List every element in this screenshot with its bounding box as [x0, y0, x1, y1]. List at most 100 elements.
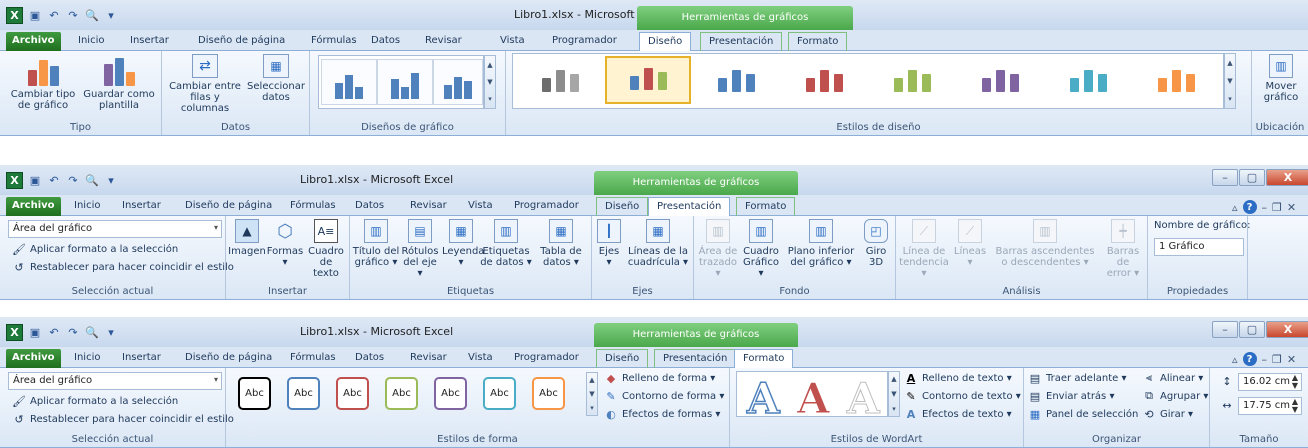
tab-presentacion[interactable]: Presentación	[654, 349, 737, 368]
help-icon[interactable]: ?	[1242, 352, 1257, 366]
customize-qat-icon[interactable]: ▾	[104, 326, 118, 340]
tab-diseno[interactable]: Diseño	[596, 197, 649, 216]
change-chart-type-button[interactable]: Cambiar tipo de gráfico	[8, 54, 78, 111]
tab-insertar[interactable]: Insertar	[122, 349, 161, 368]
print-preview-icon[interactable]: 🔍	[85, 9, 99, 23]
undo-icon[interactable]: ↶	[47, 9, 61, 23]
shape-style-thumb[interactable]: Abc	[434, 377, 467, 410]
layout-thumb[interactable]	[377, 59, 433, 105]
chart-style-thumb[interactable]	[869, 56, 955, 104]
rotation-3d-button[interactable]: ◰ Giro 3D	[860, 219, 892, 268]
tab-insertar[interactable]: Insertar	[122, 197, 161, 216]
error-bars-button[interactable]: ┿ Barras de error ▾	[1100, 219, 1146, 279]
tab-revisar[interactable]: Revisar	[410, 197, 447, 216]
tab-diseno-pagina[interactable]: Diseño de página	[198, 32, 285, 51]
wordart-style-red[interactable]: A	[797, 374, 831, 416]
chart-style-thumb[interactable]	[1045, 56, 1131, 104]
minimize-ribbon-icon[interactable]: ▵	[1232, 201, 1238, 214]
tab-archivo[interactable]: Archivo	[6, 349, 61, 368]
data-table-button[interactable]: ▦ Tabla de datos ▾	[534, 219, 588, 268]
axes-button[interactable]: ┃ Ejes ▾	[594, 219, 624, 268]
gridlines-button[interactable]: ▦ Líneas de la cuadrícula ▾	[626, 219, 690, 268]
shape-style-thumb[interactable]: Abc	[238, 377, 271, 410]
tab-diseno-pagina[interactable]: Diseño de página	[185, 197, 272, 216]
tab-inicio[interactable]: Inicio	[78, 32, 104, 51]
restore-doc-icon[interactable]: ❐	[1272, 353, 1282, 366]
tab-inicio[interactable]: Inicio	[74, 197, 100, 216]
reset-style-button[interactable]: ↺ Restablecer para hacer coincidir el est…	[12, 260, 234, 274]
restore-window-icon[interactable]: –	[1262, 201, 1268, 214]
select-data-button[interactable]: ▦ Seleccionar datos	[246, 54, 306, 103]
tab-programador[interactable]: Programador	[514, 349, 579, 368]
close-doc-icon[interactable]: ✕	[1287, 353, 1296, 366]
minimize-button[interactable]: –	[1212, 321, 1238, 338]
tab-revisar[interactable]: Revisar	[410, 349, 447, 368]
tab-presentacion[interactable]: Presentación	[700, 32, 783, 51]
text-fill-button[interactable]: A Relleno de texto ▾	[904, 371, 1012, 385]
tab-formulas[interactable]: Fórmulas	[311, 32, 357, 51]
selection-combo[interactable]: Área del gráfico ▾	[8, 220, 222, 238]
save-icon[interactable]: ▣	[28, 9, 42, 23]
help-icon[interactable]: ?	[1242, 200, 1257, 214]
chart-style-thumb[interactable]	[605, 56, 691, 104]
undo-icon[interactable]: ↶	[47, 326, 61, 340]
tab-datos[interactable]: Datos	[355, 349, 384, 368]
tab-programador[interactable]: Programador	[514, 197, 579, 216]
text-outline-button[interactable]: ✎ Contorno de texto ▾	[904, 389, 1020, 403]
redo-icon[interactable]: ↷	[66, 174, 80, 188]
shape-fill-button[interactable]: ◆ Relleno de forma ▾	[604, 371, 716, 385]
shape-style-thumb[interactable]: Abc	[532, 377, 565, 410]
shape-style-thumb[interactable]: Abc	[287, 377, 320, 410]
shape-style-thumb[interactable]: Abc	[385, 377, 418, 410]
insert-textbox-button[interactable]: A≡ Cuadro de texto	[306, 219, 346, 279]
maximize-button[interactable]: ▢	[1239, 321, 1265, 338]
restore-window-icon[interactable]: –	[1262, 353, 1268, 366]
chart-style-thumb[interactable]	[957, 56, 1043, 104]
lines-button[interactable]: ⟋ Líneas ▾	[952, 219, 988, 268]
undo-icon[interactable]: ↶	[47, 174, 61, 188]
shape-style-thumb[interactable]: Abc	[336, 377, 369, 410]
tab-vista[interactable]: Vista	[468, 197, 493, 216]
layout-thumb[interactable]	[433, 59, 483, 105]
rotate-button[interactable]: ⟲ Girar ▾	[1142, 407, 1193, 421]
insert-image-button[interactable]: ▲ Imagen	[228, 219, 266, 257]
tab-formato[interactable]: Formato	[734, 349, 794, 369]
print-preview-icon[interactable]: 🔍	[85, 326, 99, 340]
layout-thumb[interactable]	[321, 59, 377, 105]
reset-style-button[interactable]: ↺ Restablecer para hacer coincidir el est…	[12, 412, 234, 426]
chart-style-thumb[interactable]	[781, 56, 867, 104]
text-effects-button[interactable]: A Efectos de texto ▾	[904, 407, 1012, 421]
wordart-style-outline-blue[interactable]: A	[746, 374, 780, 416]
redo-icon[interactable]: ↷	[66, 9, 80, 23]
wordart-scroll[interactable]: ▲ ▼ ▾	[888, 371, 900, 417]
selection-combo[interactable]: Área del gráfico ▾	[8, 372, 222, 390]
redo-icon[interactable]: ↷	[66, 326, 80, 340]
tab-diseno[interactable]: Diseño	[596, 349, 649, 368]
chart-style-thumb[interactable]	[1133, 56, 1219, 104]
maximize-button[interactable]: ▢	[1239, 169, 1265, 186]
apply-format-button[interactable]: 🖌 Aplicar formato a la selección	[12, 242, 178, 256]
tab-vista[interactable]: Vista	[500, 32, 525, 51]
excel-icon[interactable]: X	[6, 7, 23, 24]
close-button[interactable]: X	[1266, 321, 1308, 338]
tab-formato[interactable]: Formato	[736, 197, 796, 216]
chart-name-input[interactable]: 1 Gráfico	[1154, 238, 1244, 256]
tab-formulas[interactable]: Fórmulas	[290, 197, 336, 216]
save-as-template-button[interactable]: Guardar como plantilla	[82, 54, 156, 111]
tab-archivo[interactable]: Archivo	[6, 197, 61, 216]
save-icon[interactable]: ▣	[28, 174, 42, 188]
tab-vista[interactable]: Vista	[468, 349, 493, 368]
plot-area-button[interactable]: ▥ Área de trazado ▾	[696, 219, 740, 279]
up-down-bars-button[interactable]: ▥ Barras ascendentes o descendentes ▾	[990, 219, 1100, 268]
trendline-button[interactable]: ⟋ Línea de tendencia ▾	[898, 219, 950, 279]
print-preview-icon[interactable]: 🔍	[85, 174, 99, 188]
excel-icon[interactable]: X	[6, 172, 23, 189]
shape-styles-scroll[interactable]: ▲ ▼ ▾	[586, 372, 598, 416]
tab-diseno[interactable]: Diseño	[639, 32, 692, 52]
spinner-arrows-icon[interactable]: ▲ ▼	[1292, 398, 1298, 414]
layouts-gallery-scroll[interactable]: ▲ ▼ ▾	[484, 55, 496, 109]
chart-wall-button[interactable]: ▥ Cuadro Gráfico ▾	[740, 219, 782, 279]
chart-styles-scroll[interactable]: ▲ ▼ ▾	[1224, 53, 1236, 109]
bring-forward-button[interactable]: ▤ Traer adelante ▾	[1028, 371, 1127, 385]
data-labels-button[interactable]: ▥ Etiquetas de datos ▾	[480, 219, 532, 268]
